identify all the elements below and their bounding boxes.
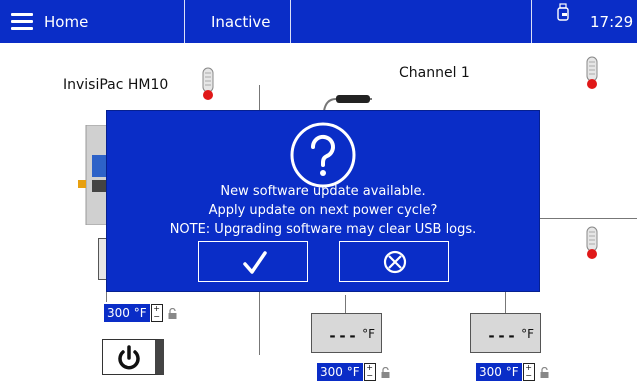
thermometer-icon[interactable] bbox=[583, 226, 601, 260]
thermometer-icon[interactable] bbox=[199, 67, 217, 101]
applicator-setpoint-value[interactable]: 300 °F bbox=[476, 363, 522, 381]
setpoint-arrows-icon[interactable]: + − bbox=[150, 304, 163, 322]
status-label[interactable]: Inactive bbox=[211, 0, 271, 43]
device-name: InvisiPac HM10 bbox=[63, 77, 169, 93]
device-setpoint[interactable]: 300 °F + − bbox=[104, 304, 177, 322]
hose-temp-value: --- bbox=[328, 327, 359, 345]
hose-temp-display[interactable]: --- °F bbox=[311, 313, 382, 353]
cancel-circle-x-icon bbox=[383, 250, 407, 274]
lock-icon[interactable] bbox=[168, 307, 177, 319]
dialog-message-line1: New software update available. bbox=[220, 184, 426, 199]
accept-button[interactable] bbox=[198, 241, 308, 282]
device-setpoint-value[interactable]: 300 °F bbox=[104, 304, 150, 322]
power-icon bbox=[118, 345, 140, 370]
usb-drive-icon bbox=[557, 3, 569, 21]
dialog-message-line2: Apply update on next power cycle? bbox=[208, 203, 438, 218]
checkmark-icon bbox=[243, 251, 267, 274]
menu-icon[interactable] bbox=[11, 13, 33, 30]
applicator-temp-display[interactable]: --- °F bbox=[470, 313, 541, 353]
hose-setpoint[interactable]: 300 °F + − bbox=[317, 363, 390, 381]
applicator-temp-value: --- bbox=[487, 327, 518, 345]
home-label[interactable]: Home bbox=[44, 0, 88, 43]
channel-title: Channel 1 bbox=[399, 65, 470, 81]
thermometer-icon[interactable] bbox=[583, 56, 601, 90]
connector-line bbox=[505, 292, 506, 313]
hose-image bbox=[323, 95, 372, 112]
dialog-message-line3: NOTE: Upgrading software may clear USB l… bbox=[169, 222, 477, 237]
top-navigation-bar: Home Inactive 17:29 bbox=[0, 0, 637, 43]
question-circle-icon bbox=[290, 122, 356, 188]
melter-unit-image bbox=[78, 125, 110, 225]
setpoint-arrows-icon[interactable]: + − bbox=[522, 363, 535, 381]
hose-temp-unit: °F bbox=[362, 327, 375, 341]
connector-line bbox=[106, 290, 107, 302]
connector-line bbox=[345, 295, 346, 313]
power-button[interactable] bbox=[102, 339, 164, 375]
topbar-divider bbox=[531, 0, 532, 43]
hose-setpoint-value[interactable]: 300 °F bbox=[317, 363, 363, 381]
software-update-dialog: New software update available. Apply upd… bbox=[107, 111, 539, 291]
applicator-setpoint[interactable]: 300 °F + − bbox=[476, 363, 549, 381]
clock-time: 17:29 bbox=[590, 12, 634, 31]
applicator-temp-unit: °F bbox=[521, 327, 534, 341]
lock-icon[interactable] bbox=[381, 366, 390, 378]
lock-icon[interactable] bbox=[540, 366, 549, 378]
setpoint-arrows-icon[interactable]: + − bbox=[363, 363, 376, 381]
topbar-divider bbox=[290, 0, 291, 43]
topbar-divider bbox=[184, 0, 185, 43]
cancel-button[interactable] bbox=[339, 241, 449, 282]
channel-line bbox=[539, 218, 637, 219]
